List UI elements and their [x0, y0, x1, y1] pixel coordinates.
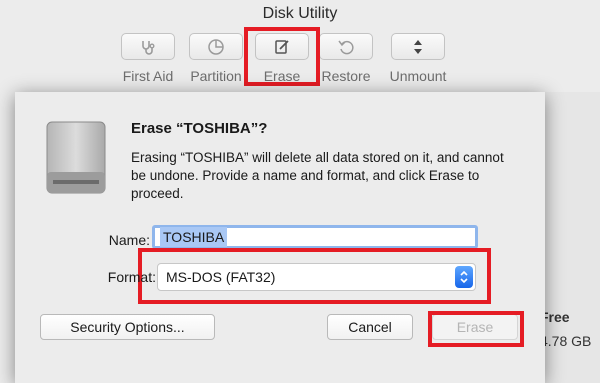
restore-button[interactable]: [319, 33, 373, 60]
highlight-erase-button: [428, 311, 524, 347]
name-label: Name:: [108, 232, 150, 248]
toolbar-unmount[interactable]: Unmount: [378, 33, 458, 84]
pie-chart-icon: [208, 38, 224, 55]
unmount-icon: [414, 39, 422, 54]
dialog-title: Erase “TOSHIBA”?: [131, 120, 268, 137]
unmount-label: Unmount: [389, 68, 447, 84]
name-field-value: TOSHIBA: [160, 227, 228, 247]
format-select[interactable]: MS-DOS (FAT32): [157, 263, 476, 291]
window-title: Disk Utility: [262, 5, 338, 22]
restore-icon: [338, 40, 354, 54]
dialog-message: Erasing “TOSHIBA” will delete all data s…: [131, 150, 504, 201]
format-label: Format:: [107, 269, 156, 285]
partition-button[interactable]: [189, 33, 243, 60]
unmount-button[interactable]: [391, 33, 445, 60]
updown-chevron-icon[interactable]: [455, 266, 473, 288]
stethoscope-icon: [142, 40, 155, 55]
highlight-erase-tool: [244, 27, 320, 86]
format-select-value: MS-DOS (FAT32): [166, 269, 276, 285]
cancel-button[interactable]: Cancel: [327, 314, 413, 340]
first-aid-button[interactable]: [121, 33, 175, 60]
external-drive-icon: [46, 121, 106, 194]
free-space-value: 4.78 GB: [540, 333, 592, 349]
security-options-button[interactable]: Security Options...: [40, 314, 215, 340]
chevron-updown-glyph: [460, 270, 468, 284]
name-field[interactable]: TOSHIBA: [152, 225, 478, 249]
